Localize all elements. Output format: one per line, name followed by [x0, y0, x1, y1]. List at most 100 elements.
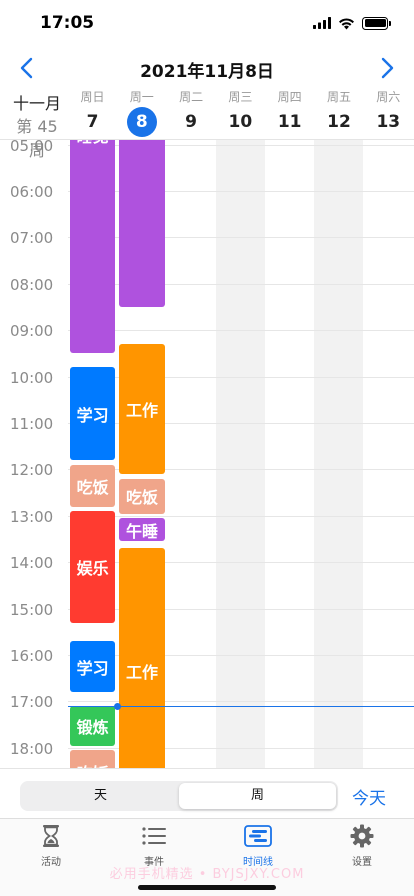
day-column-header[interactable]: 周六 13: [364, 88, 413, 137]
day-number: 9: [185, 112, 198, 132]
hour-row: 13:00: [0, 508, 414, 562]
event-block[interactable]: 吃饭: [119, 478, 165, 514]
day-column-header[interactable]: 周二 9: [167, 88, 216, 137]
weekday-name: 周二: [179, 90, 204, 104]
event-label: 午睡: [125, 521, 158, 541]
month-label: 十一月: [12, 94, 61, 113]
day-column-header[interactable]: 周日 7: [68, 88, 117, 137]
current-time-dot: [114, 702, 121, 710]
watermark-text: 必用手机精选 • BYJSJXY.COM: [109, 867, 305, 882]
hour-label: 06:00: [10, 183, 54, 202]
hour-label: 09:00: [10, 322, 54, 341]
event-label: 吃饭: [77, 760, 109, 768]
week-header: 十一月 第 45 周 周日 7 周一 8 周二 9 周三 10 周四 11 周五 12 周六 13: [0, 84, 414, 160]
hour-label: 05:00: [10, 140, 54, 155]
day-number: 12: [327, 112, 351, 132]
tab-settings[interactable]: 设置: [322, 823, 402, 868]
day-column-header[interactable]: 周五 12: [315, 88, 364, 137]
tab-events[interactable]: 事件: [114, 823, 194, 868]
hour-row: 15:00: [0, 601, 414, 655]
hour-row: 16:00: [0, 647, 414, 701]
today-date-badge: 8: [126, 107, 157, 137]
tab-timeline[interactable]: 时间线: [218, 823, 298, 868]
hour-row: 10:00: [0, 369, 414, 423]
weekday-name: 周五: [326, 90, 351, 104]
event-label: 吃饭: [76, 477, 109, 497]
chevron-right-icon[interactable]: [372, 52, 404, 84]
list-icon: [114, 823, 194, 849]
hour-label: 16:00: [10, 647, 54, 666]
event-label: 娱乐: [76, 558, 109, 578]
event-label: 吃饭: [125, 488, 158, 508]
weekday-name: 周三: [228, 90, 253, 104]
hour-row: 05:00: [0, 140, 414, 191]
status-time: 17:05: [40, 13, 95, 33]
hour-label: 07:00: [10, 229, 54, 248]
weekday-name: 周一: [129, 90, 154, 104]
event-block[interactable]: 吃饭: [70, 464, 116, 507]
hour-row: 14:00: [0, 554, 414, 608]
segment-week[interactable]: 周: [179, 783, 336, 809]
day-column-header[interactable]: 周三 10: [216, 88, 265, 137]
day-number: 11: [277, 112, 302, 132]
hour-label: 08:00: [10, 275, 54, 294]
event-label: 睡觉: [77, 140, 109, 147]
hour-row: 11:00: [0, 415, 414, 469]
battery-icon: [362, 16, 391, 30]
event-label: 学习: [76, 405, 109, 425]
gear-icon: [322, 823, 402, 849]
wifi-icon: [339, 17, 354, 29]
tab-bar: 活动 事件 时间线 设置 必用手机精选 • BYJSJXY.COM: [0, 818, 414, 896]
event-label: 工作: [125, 663, 158, 683]
hour-label: 10:00: [10, 368, 54, 387]
event-block[interactable]: 娱乐: [70, 511, 116, 623]
hour-row: 12:00: [0, 461, 414, 515]
event-block[interactable]: [119, 140, 165, 308]
event-label: 工作: [125, 401, 158, 421]
current-date-title: 2021年11月8日: [140, 62, 274, 82]
hourglass-icon: [11, 823, 91, 849]
day-number: 7: [86, 112, 99, 132]
week-timeline[interactable]: 05:00 06:00 07:00 08:00 09:00 10:00 11:00 12:00…: [0, 140, 414, 768]
status-bar: 17:05: [0, 0, 414, 46]
segment-day[interactable]: 天: [22, 783, 179, 809]
event-label: 锻炼: [76, 717, 109, 737]
event-block[interactable]: 工作: [119, 344, 165, 475]
hour-row: 17:00: [0, 693, 414, 747]
weekday-name: 周六: [376, 90, 401, 104]
event-label: 学习: [76, 658, 109, 678]
hour-label: 13:00: [10, 507, 54, 526]
hour-label: 15:00: [10, 600, 54, 619]
day-column-header[interactable]: 周一 8: [117, 88, 166, 137]
hour-label: 12:00: [10, 461, 54, 480]
view-segmented-control: 天 周: [20, 781, 338, 811]
signal-icon: [313, 17, 331, 29]
timeline-icon: [218, 823, 298, 849]
date-header: 2021年11月8日: [0, 48, 414, 88]
event-block[interactable]: 吃饭: [70, 750, 116, 768]
view-switch-bar: 天 周 今天: [0, 768, 414, 818]
home-indicator: [138, 885, 276, 890]
day-column-header[interactable]: 周四 11: [265, 88, 314, 137]
day-number: 13: [376, 112, 401, 132]
event-block[interactable]: 学习: [70, 367, 116, 461]
hour-row: 06:00: [0, 183, 414, 237]
event-block[interactable]: 午睡: [119, 518, 165, 542]
hour-label: 11:00: [10, 415, 54, 434]
status-icons: [313, 15, 391, 31]
hour-row: 08:00: [0, 276, 414, 330]
weekday-name: 周日: [80, 90, 105, 104]
hour-gridline: [68, 515, 414, 517]
hour-label: 18:00: [10, 739, 54, 758]
event-block[interactable]: 锻炼: [70, 706, 116, 746]
hour-label: 17:00: [10, 693, 54, 712]
event-block[interactable]: 睡觉: [70, 140, 116, 354]
hour-row: 18:00: [0, 740, 414, 768]
hour-label: 14:00: [10, 554, 54, 573]
hour-gridline: [68, 330, 414, 332]
event-block[interactable]: 工作: [119, 548, 165, 768]
weekday-name: 周四: [277, 90, 302, 104]
tab-activities[interactable]: 活动: [11, 823, 91, 868]
today-button[interactable]: 今天: [352, 784, 386, 809]
event-block[interactable]: 学习: [70, 641, 116, 693]
